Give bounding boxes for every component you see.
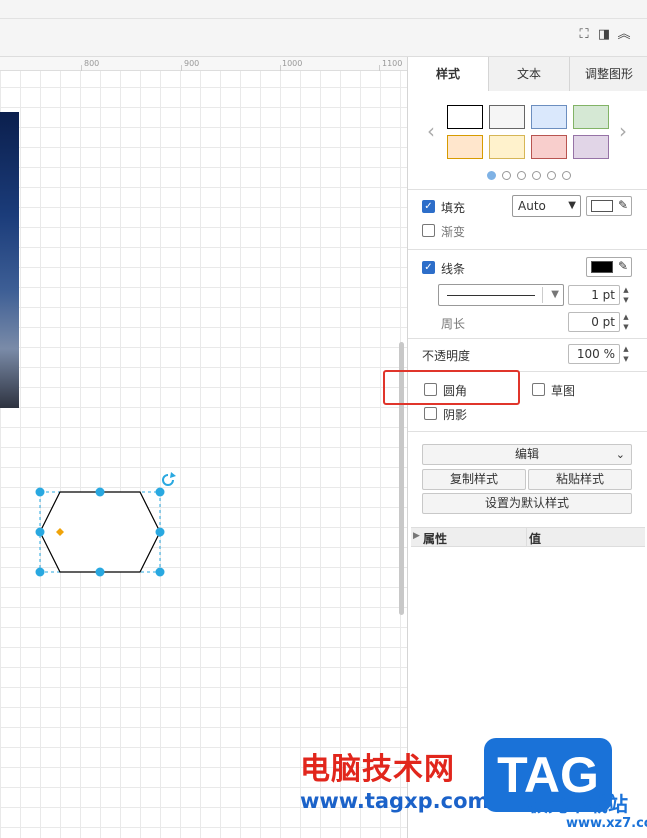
rotate-handle-icon[interactable] xyxy=(162,472,176,486)
shadow-label: 阴影 xyxy=(443,408,468,422)
opacity-stepper[interactable]: ▲ ▼ xyxy=(621,344,631,364)
value-column-header: 值 xyxy=(529,532,542,546)
chevron-down-icon: ⌄ xyxy=(615,448,625,461)
format-tabs: 样式 文本 调整图形 xyxy=(408,57,647,91)
ruler-tick-label: 800 xyxy=(84,59,100,68)
swatch-next-icon[interactable]: › xyxy=(619,119,627,143)
expand-arrow-icon[interactable]: ▶ xyxy=(413,531,420,541)
fullscreen-icon[interactable]: ⛶ xyxy=(576,27,592,43)
fill-label: 填充 xyxy=(441,201,466,215)
line-width-input[interactable]: 1 pt xyxy=(568,285,620,305)
sketch-checkbox[interactable] xyxy=(532,383,545,396)
style-swatch[interactable] xyxy=(489,135,525,159)
eyedropper-icon: ✎ xyxy=(617,259,628,273)
watermark-url-secondary: www.xz7.com xyxy=(566,816,647,831)
collapse-up-icon[interactable]: ︽ xyxy=(616,27,632,43)
ruler-tick-label: 900 xyxy=(184,59,200,68)
divider xyxy=(408,249,647,250)
line-width-stepper[interactable]: ▲ ▼ xyxy=(621,285,631,305)
fill-color-preview xyxy=(591,200,613,212)
line-checkbox[interactable]: ✓ xyxy=(422,261,435,274)
ruler-tick xyxy=(379,65,380,71)
column-divider xyxy=(526,528,527,546)
watermark-site-name: 极光下载站 xyxy=(528,792,628,816)
swatch-page-dot[interactable] xyxy=(487,171,496,180)
solid-line-pattern xyxy=(447,295,535,296)
set-default-style-button[interactable]: 设置为默认样式 xyxy=(422,493,632,514)
ruler-tick xyxy=(81,65,82,71)
style-swatch[interactable] xyxy=(531,105,567,129)
divider xyxy=(408,431,647,432)
watermark-url: www.tagxp.com xyxy=(300,789,490,813)
style-swatch[interactable] xyxy=(573,135,609,159)
copy-style-button[interactable]: 复制样式 xyxy=(422,469,526,490)
select-divider xyxy=(542,287,543,303)
line-color-preview xyxy=(591,261,613,273)
swatch-page-dot[interactable] xyxy=(562,171,571,180)
fill-checkbox[interactable]: ✓ xyxy=(422,200,435,213)
tab-text[interactable]: 文本 xyxy=(488,57,569,91)
fill-color-picker[interactable]: ✎ xyxy=(586,196,632,216)
format-panel: 样式 文本 调整图形 ‹ › ✓ 填充 Auto ▼ ✎ 渐变 ✓ 线条 ✎ ▼… xyxy=(407,57,647,838)
line-pattern-select[interactable]: ▼ xyxy=(438,284,564,306)
ruler-tick-label: 1100 xyxy=(382,59,403,68)
swatch-page-dot[interactable] xyxy=(532,171,541,180)
eyedropper-icon: ✎ xyxy=(617,198,628,212)
tab-arrange[interactable]: 调整图形 xyxy=(569,57,647,91)
edit-label: 编辑 xyxy=(514,447,539,461)
shadow-checkbox[interactable] xyxy=(424,407,437,420)
swatch-page-dot[interactable] xyxy=(547,171,556,180)
ruler-tick xyxy=(181,65,182,71)
sketch-label: 草图 xyxy=(551,384,576,398)
chevron-down-icon: ▼ xyxy=(568,200,576,211)
watermark-text: 电脑技术网 xyxy=(300,752,455,787)
swatch-page-dot[interactable] xyxy=(502,171,511,180)
perimeter-input[interactable]: 0 pt xyxy=(568,312,620,332)
highlight-annotation xyxy=(383,370,520,405)
swatch-prev-icon[interactable]: ‹ xyxy=(427,119,435,143)
style-swatch[interactable] xyxy=(489,105,525,129)
style-swatch[interactable] xyxy=(447,135,483,159)
gradient-checkbox[interactable] xyxy=(422,224,435,237)
app-window: ⛶ ◨ ︽ 800 900 1000 1100 样式 文本 调整图形 ‹ › ✓… xyxy=(0,0,647,838)
property-column-header: 属性 xyxy=(423,532,448,546)
style-swatch[interactable] xyxy=(573,105,609,129)
tab-style[interactable]: 样式 xyxy=(408,57,488,91)
top-toolbar: ⛶ ◨ ︽ xyxy=(0,0,647,57)
panel-toggle-icon[interactable]: ◨ xyxy=(596,27,612,43)
toolbar-divider xyxy=(0,18,647,19)
swatch-page-dot[interactable] xyxy=(517,171,526,180)
divider xyxy=(408,338,647,339)
horizontal-ruler: 800 900 1000 1100 xyxy=(0,57,407,71)
paste-style-button[interactable]: 粘贴样式 xyxy=(528,469,632,490)
properties-table-header: ▶ 属性 值 xyxy=(411,527,645,547)
diagram-canvas[interactable]: 800 900 1000 1100 xyxy=(0,57,407,838)
opacity-label: 不透明度 xyxy=(422,349,471,363)
style-swatch[interactable] xyxy=(447,105,483,129)
line-color-picker[interactable]: ✎ xyxy=(586,257,632,277)
divider xyxy=(408,189,647,190)
style-swatch[interactable] xyxy=(531,135,567,159)
fill-type-select[interactable]: Auto ▼ xyxy=(512,195,581,217)
edit-style-dropdown[interactable]: 编辑 ⌄ xyxy=(422,444,632,465)
hexagon-shape[interactable] xyxy=(32,472,192,582)
ruler-tick-label: 1000 xyxy=(282,59,303,68)
city-photo-image[interactable] xyxy=(0,112,19,408)
fill-type-value: Auto xyxy=(518,199,546,213)
opacity-input[interactable]: 100 % xyxy=(568,344,620,364)
ruler-tick xyxy=(280,65,281,71)
perimeter-label: 周长 xyxy=(441,317,466,331)
perimeter-stepper[interactable]: ▲ ▼ xyxy=(621,312,631,332)
gradient-label: 渐变 xyxy=(441,225,466,239)
chevron-down-icon: ▼ xyxy=(551,289,559,300)
line-label: 线条 xyxy=(441,262,466,276)
